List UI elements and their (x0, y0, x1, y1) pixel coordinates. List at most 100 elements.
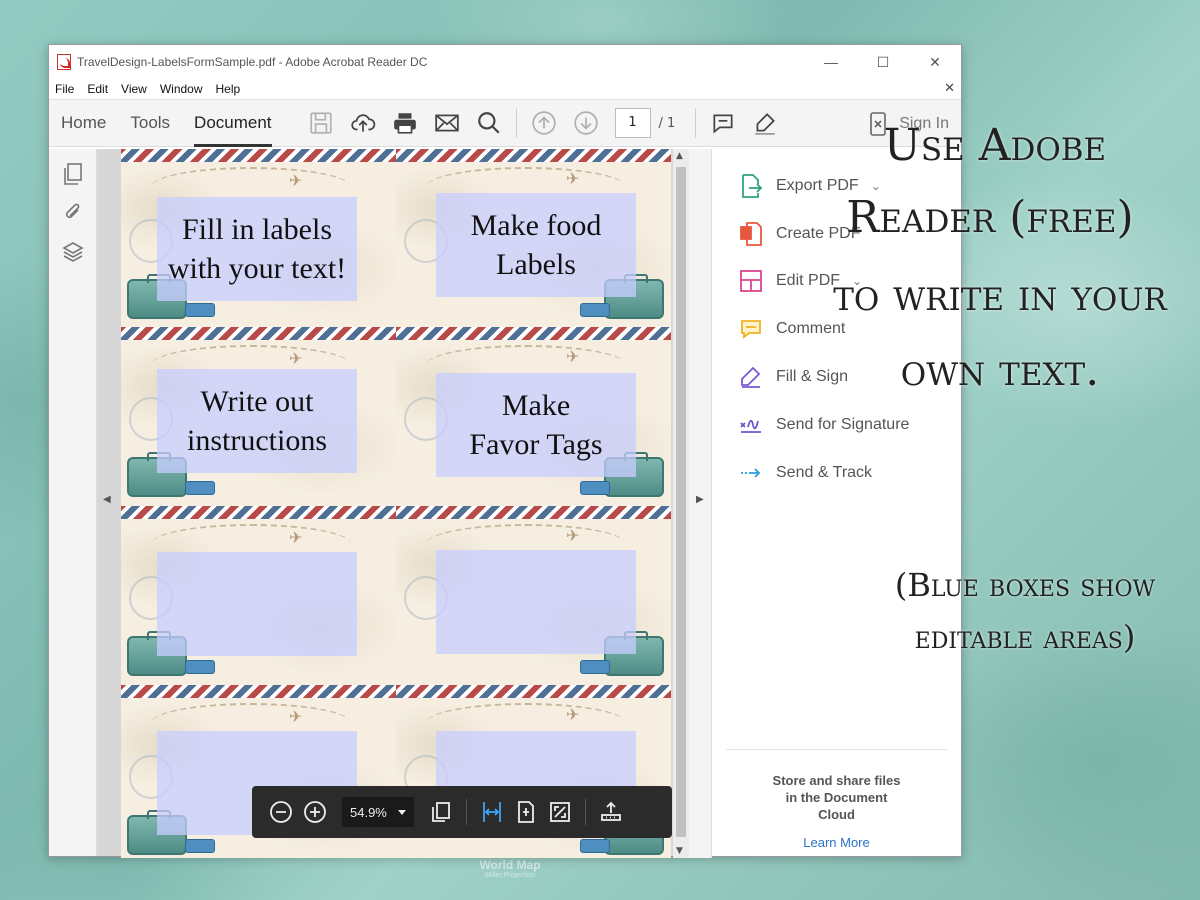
zoom-in-icon (304, 801, 326, 823)
minimize-button[interactable]: — (805, 45, 857, 79)
comment-bubble-icon (713, 114, 733, 134)
editable-text-field[interactable]: Fill in labels with your text! (157, 197, 357, 301)
editable-text-field[interactable] (436, 550, 636, 654)
layers-button[interactable] (60, 239, 86, 265)
collapse-left-pane-icon[interactable]: ◀ (103, 494, 111, 505)
comment-label: Comment (776, 320, 846, 337)
toolbar-separator (695, 108, 697, 138)
send-track-tool[interactable]: Send & Track (738, 460, 872, 486)
page-display-button[interactable] (424, 795, 458, 829)
document-cloud-promo: Store and share files in the Document Cl… (726, 749, 947, 850)
print-button[interactable] (384, 105, 426, 141)
tab-home[interactable]: Home (49, 99, 118, 147)
fit-width-button[interactable] (475, 795, 509, 829)
label-tile: ✈ Write out instructions (121, 327, 396, 505)
field-text-line-1: Make food (470, 209, 602, 242)
editable-text-field[interactable]: Write out instructions (157, 369, 357, 473)
editable-text-field[interactable]: Make food Labels (436, 193, 636, 297)
airplane-icon: ✈ (566, 526, 580, 545)
copy-pages-icon (432, 802, 450, 822)
vertical-scrollbar[interactable]: ▲ ▼ (673, 149, 689, 858)
learn-more-link[interactable]: Learn More (726, 835, 947, 850)
cloud-upload-icon (350, 114, 375, 132)
menu-file[interactable]: File (55, 82, 74, 96)
save-button[interactable] (300, 105, 342, 141)
tab-document[interactable]: Document (182, 99, 283, 147)
maximize-button[interactable]: ☐ (857, 45, 909, 79)
document-cloud-message: Store and share files in the Document Cl… (772, 773, 901, 822)
page-total: / 1 (658, 115, 676, 131)
airplane-icon: ✈ (566, 169, 580, 188)
next-page-button[interactable] (565, 105, 607, 141)
scroll-down-icon[interactable]: ▼ (676, 846, 683, 856)
send-track-icon (738, 460, 764, 486)
scroll-up-icon[interactable]: ▲ (676, 151, 683, 161)
layers-icon (61, 242, 84, 262)
right-pane-divider: ▶ (689, 149, 712, 858)
attachments-button[interactable] (60, 200, 86, 226)
fit-page-button[interactable] (509, 795, 543, 829)
tab-tools[interactable]: Tools (118, 99, 182, 147)
editable-text-field[interactable]: Make Favor Tags (436, 373, 636, 477)
send-for-signature-tool[interactable]: Send for Signature (738, 412, 909, 438)
menu-help[interactable]: Help (216, 82, 241, 96)
pdf-page: ✈ Fill in labels with your text! ✈ Make food… (121, 149, 671, 858)
page-number-input[interactable]: 1 (614, 108, 651, 138)
email-button[interactable] (426, 105, 468, 141)
menu-view[interactable]: View (121, 82, 147, 96)
airmail-stripe (121, 327, 396, 340)
field-text-line-2: Favor Tags (469, 428, 603, 461)
read-mode-button[interactable] (594, 795, 628, 829)
airplane-icon: ✈ (289, 528, 303, 547)
previous-page-button[interactable] (523, 105, 565, 141)
airmail-stripe (396, 327, 671, 340)
fit-page-icon (518, 801, 534, 823)
fill-sign-label: Fill & Sign (776, 368, 849, 385)
overlay-line-3: to write in your (833, 270, 1167, 321)
zoom-level-select[interactable]: 54.9% (342, 797, 414, 827)
toolbar-separator (515, 108, 517, 138)
window-title: TravelDesign-LabelsFormSample.pdf - Adob… (77, 55, 428, 69)
document-viewport[interactable]: ◀ ✈ Fill in labels with your text! ✈ Make fo… (97, 149, 712, 858)
zoom-out-button[interactable] (264, 795, 298, 829)
field-text-line-2: instructions (187, 424, 327, 457)
export-pdf-icon (738, 173, 764, 199)
editable-text-field[interactable] (157, 552, 357, 656)
menu-bar: File Edit View Window Help ✕ (49, 79, 961, 99)
chevron-down-icon[interactable]: ⌄ (871, 179, 881, 193)
search-button[interactable] (468, 105, 510, 141)
close-button[interactable]: ✕ (909, 45, 961, 79)
map-caption: World Map Miller Projection (470, 858, 550, 879)
small-case-icon (185, 660, 215, 674)
printer-icon (393, 113, 416, 134)
full-screen-button[interactable] (543, 795, 577, 829)
zoom-out-icon (270, 801, 292, 823)
overlay-line-2: Reader (free) (846, 192, 1134, 243)
fit-width-icon (483, 802, 501, 822)
zoom-in-button[interactable] (298, 795, 332, 829)
overlay-line-4: own text. (900, 345, 1100, 396)
comment-tool-button[interactable] (702, 105, 744, 141)
highlight-tool-button[interactable] (744, 105, 786, 141)
map-title: World Map (479, 858, 541, 872)
create-pdf-icon (738, 221, 764, 247)
upload-cloud-button[interactable] (342, 105, 384, 141)
menu-window[interactable]: Window (160, 82, 203, 96)
fill-sign-tool[interactable]: Fill & Sign (738, 364, 848, 390)
page-thumbnails-button[interactable] (60, 161, 86, 187)
search-icon (477, 112, 500, 134)
scroll-thumb[interactable] (676, 167, 686, 837)
airmail-stripe (121, 149, 396, 162)
fill-sign-icon (738, 364, 764, 390)
map-subtitle: Miller Projection (485, 872, 535, 879)
collapse-right-pane-icon[interactable]: ▶ (696, 494, 704, 505)
pdf-app-icon (57, 54, 71, 70)
menu-edit[interactable]: Edit (87, 82, 108, 96)
label-tile: ✈ Make food Labels (396, 149, 671, 327)
close-document-button[interactable]: ✕ (944, 80, 955, 96)
airplane-icon: ✈ (289, 349, 303, 368)
airmail-stripe (396, 685, 671, 698)
content-area: ◀ ✈ Fill in labels with your text! ✈ Make fo… (49, 149, 961, 858)
small-case-icon (185, 481, 215, 495)
upload-tray-icon (601, 801, 621, 821)
